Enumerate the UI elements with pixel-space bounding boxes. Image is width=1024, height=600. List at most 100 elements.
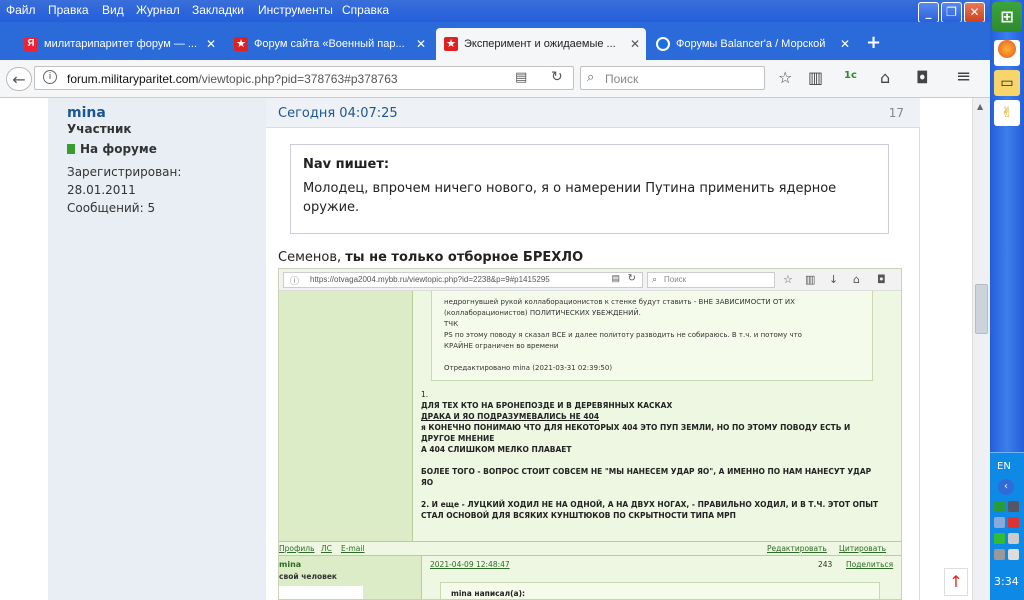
close-tab-icon[interactable]: ✕ [630,37,640,51]
screenshot-search-placeholder: Поиск [664,275,687,284]
home-icon[interactable]: ⌂ [880,68,890,87]
reply-prefix: Семенов, [278,250,346,265]
screenshot-quote-line: КРАЙНЕ ограничен во времени [444,342,559,350]
post-header: Сегодня 04:07:25 17 [266,98,920,128]
back-button[interactable]: ← [6,67,32,91]
screenshot-download-icon: ↓ [829,273,839,286]
tab-label: Эксперимент и ожидаемые ... [464,38,616,50]
screenshot-cite-link: Цитировать [839,544,887,553]
extension-icon[interactable]: 1c [844,70,857,81]
screenshot-edit-link: Редактировать [767,544,827,553]
bookmark-star-icon[interactable]: ☆ [778,68,792,87]
close-tab-icon[interactable]: ✕ [206,37,216,51]
navigation-bar: ← i forum.militaryparitet.com/viewtopic.… [0,60,990,98]
reply-bold: ты не только отборное БРЕХЛО [345,250,584,265]
star-icon: ★ [234,37,248,51]
menu-tools[interactable]: Инструменты [258,3,333,17]
scrollbar-thumb[interactable] [975,284,988,334]
menu-view[interactable]: Вид [102,3,124,17]
screenshot-line: А 404 СЛИШКОМ МЕЛКО ПЛАВАЕТ [421,445,572,454]
star-icon: ★ [444,37,458,51]
reload-icon[interactable]: ↻ [551,69,563,85]
menu-history[interactable]: Журнал [136,3,180,17]
screenshot-line: ДРАКА И ЯО ПОДРАЗУМЕВАЛИСЬ НЕ 404 [421,412,600,421]
app-icon[interactable]: ✌ [994,100,1020,126]
menu-edit[interactable]: Правка [48,3,89,17]
shield-icon[interactable] [994,501,1005,512]
firefox-icon[interactable] [994,40,1020,66]
tray-expand-icon[interactable]: ‹ [998,479,1014,495]
screenshot-spacer [421,455,891,466]
screenshot-quote-line: недрогнувшей рукой коллаборационистов к … [444,298,795,306]
page-content: mina Участник На форуме Зарегистрирован:… [0,98,972,600]
network-icon[interactable] [1008,501,1019,512]
author-name[interactable]: mina [67,105,106,121]
embedded-screenshot: ⓘ https://otvaga2004.mybb.ru/viewtopic.p… [278,268,902,600]
author-role: Участник [67,122,132,136]
tray-app-icon[interactable] [994,533,1005,544]
menu-bar: Файл Правка Вид Журнал Закладки Инструме… [0,0,990,23]
screenshot-url-bar: ⓘ https://otvaga2004.mybb.ru/viewtopic.p… [283,272,643,288]
screenshot-info-icon: ⓘ [290,276,300,286]
post-count: Сообщений: 5 [67,201,156,215]
screenshot-quote-line: ТЧК [444,320,459,328]
tab-military-forum[interactable]: ★ Форум сайта «Военный пар... ✕ [226,28,432,60]
signal-icon[interactable] [994,517,1005,528]
screenshot-url: https://otvaga2004.mybb.ru/viewtopic.php… [310,275,550,284]
screenshot-home-icon: ⌂ [853,273,860,286]
screenshot-next-author-title: свой человек [279,572,338,581]
close-tab-icon[interactable]: ✕ [416,37,426,51]
bookmarks-list-icon[interactable]: ▥ [808,68,823,87]
menu-file[interactable]: Файл [6,3,36,17]
screenshot-next-post-body: 2021-04-09 12:48:47 243 Поделиться mina … [421,556,901,599]
online-label: На форуме [80,142,157,156]
scroll-to-top-button[interactable]: ↑ [944,568,968,596]
language-indicator[interactable]: EN [997,461,1011,472]
tab-militaryparitet-search[interactable]: Я милитарипаритет форум — ... ✕ [16,28,222,60]
start-button[interactable]: ⊞ [992,2,1022,32]
menu-bookmarks[interactable]: Закладки [192,3,244,17]
tab-balancer-forums[interactable]: Форумы Balancer'a / Морской ✕ [648,28,856,60]
screenshot-line: ДРУГОЕ МНЕНИЕ [421,434,495,443]
display-icon[interactable] [994,549,1005,560]
screenshot-email-link: E-mail [341,544,365,553]
minimize-button[interactable]: _ [918,2,939,23]
close-button[interactable]: ✕ [964,2,985,23]
menu-help[interactable]: Справка [342,3,389,17]
usb-icon[interactable] [1008,549,1019,560]
screenshot-quote-line: (коллаборационистов) ПОЛИТИЧЕСКИХ УБЕЖДЕ… [444,309,641,317]
scroll-up-icon[interactable]: ▲ [977,102,983,111]
new-tab-button[interactable]: + [866,32,881,53]
tab-label: Форумы Balancer'a / Морской [676,38,826,50]
page-scrollbar[interactable]: ▲ [972,98,990,600]
quote-author: Nav пишет: [303,157,390,172]
screenshot-post-footer: Профиль ЛС E-mail Редактировать Цитирова… [279,541,901,555]
volume-icon[interactable] [1008,533,1019,544]
clock[interactable]: 3:34 [994,575,1019,588]
search-box[interactable]: ⌕ Поиск [580,66,765,90]
folder-icon[interactable]: ▭ [994,70,1020,96]
tab-label: милитарипаритет форум — ... [44,38,198,50]
online-status: На форуме [67,142,157,156]
screenshot-next-date: 2021-04-09 12:48:47 [430,560,510,569]
post-number: 17 [888,106,904,120]
reader-view-icon[interactable]: ▤ [515,70,527,85]
maximize-button[interactable]: ❐ [941,2,962,23]
info-icon[interactable]: i [43,70,57,84]
tab-experiment[interactable]: ★ Эксперимент и ожидаемые ... ✕ [436,28,646,60]
screenshot-star-icon: ☆ [783,273,793,286]
post-body: Сегодня 04:07:25 17 Nav пишет: Молодец, … [266,98,920,600]
pocket-icon[interactable]: ◘ [916,68,929,87]
screenshot-spacer [421,488,891,499]
screenshot-browser-bar: ⓘ https://otvaga2004.mybb.ru/viewtopic.p… [279,269,901,291]
screenshot-line: ЯО [421,478,434,487]
url-bar[interactable]: i forum.militaryparitet.com/viewtopic.ph… [34,66,574,90]
screenshot-line: СТАЛ ОСНОВОЙ ДЛЯ ВСЯКИХ КУНШТЮКОВ ПО СКР… [421,511,736,520]
screenshot-line: 2. И еще - ЛУЦКИЙ ХОДИЛ НЕ НА ОДНОЙ, А Н… [421,500,879,509]
screenshot-avatar [279,586,363,599]
post-time-link[interactable]: Сегодня 04:07:25 [278,106,398,121]
hamburger-menu-icon[interactable]: ≡ [956,66,971,87]
screenshot-search-icon: ⌕ [652,274,658,284]
close-tab-icon[interactable]: ✕ [840,37,850,51]
security-alert-icon[interactable] [1008,517,1019,528]
